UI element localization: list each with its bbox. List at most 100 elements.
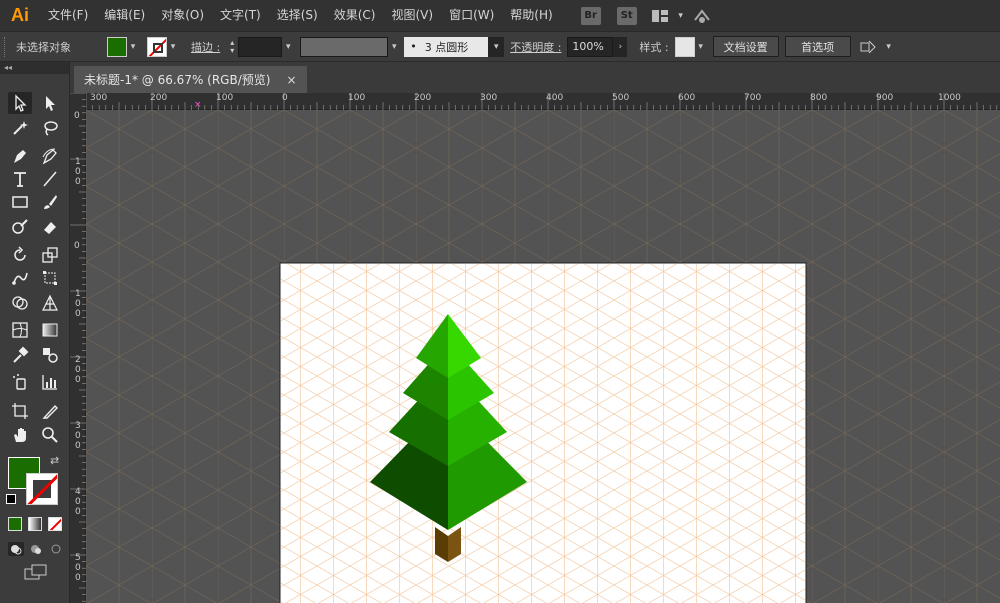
fill-dropdown-chevron-icon[interactable]: ▾	[127, 38, 139, 56]
rectangle-tool[interactable]	[8, 191, 32, 213]
gradient-mode-button[interactable]	[28, 517, 42, 531]
graphic-style-swatch[interactable]	[674, 36, 695, 57]
mesh-tool[interactable]	[8, 319, 32, 341]
direct-selection-tool[interactable]	[38, 92, 62, 114]
eraser-tool[interactable]	[38, 216, 62, 238]
column-graph-icon	[42, 375, 57, 390]
selection-tool[interactable]	[8, 92, 32, 114]
lasso-tool[interactable]	[38, 117, 62, 139]
symbol-sprayer-icon	[13, 374, 26, 390]
column-graph-tool[interactable]	[38, 371, 62, 393]
brush-definition-field[interactable]: • 3 点圆形	[404, 36, 489, 57]
variable-width-profile[interactable]	[300, 36, 389, 57]
stock-button[interactable]: St	[616, 6, 637, 25]
brush-chevron-icon[interactable]: ▾	[488, 36, 505, 57]
document-tab-title: 未标题-1* @ 66.67% (RGB/预览)	[84, 73, 271, 87]
style-label: 样式 :	[639, 40, 669, 54]
stroke-weight-chevron-icon[interactable]: ▾	[282, 38, 294, 56]
draw-behind-icon[interactable]	[28, 542, 44, 556]
menu-bar: Ai 文件(F) 编辑(E) 对象(O) 文字(T) 选择(S) 效果(C) 视…	[0, 0, 1000, 31]
menu-help[interactable]: 帮助(H)	[502, 0, 560, 31]
control-bar: 未选择对象 ▾ ▾ 描边 : ▴ ▾ ▾ ▾ • 3 点圆形 ▾ 不透明度 : 10…	[0, 31, 1000, 62]
magic-wand-tool[interactable]	[8, 117, 32, 139]
paintbrush-tool[interactable]	[38, 191, 62, 213]
draw-inside-icon[interactable]	[48, 542, 64, 556]
swap-fill-stroke-icon[interactable]: ⇄	[50, 454, 59, 467]
h-ruler-label: 1000	[938, 93, 961, 103]
align-panel-icon[interactable]	[859, 40, 877, 54]
line-segment-tool[interactable]	[38, 168, 62, 190]
document-tab[interactable]: 未标题-1* @ 66.67% (RGB/预览) ×	[74, 66, 307, 93]
none-mode-button[interactable]	[48, 517, 62, 531]
perspective-grid-icon	[42, 294, 58, 311]
menu-view[interactable]: 视图(V)	[383, 0, 441, 31]
menu-select[interactable]: 选择(S)	[269, 0, 326, 31]
chevron-down-icon[interactable]: ▾	[675, 7, 687, 25]
symbol-sprayer-tool[interactable]	[8, 371, 32, 393]
hand-tool[interactable]	[8, 424, 32, 446]
ruler-cursor-marker: ×	[194, 100, 202, 110]
preferences-button[interactable]: 首选项	[784, 36, 851, 57]
v-ruler-label: 200	[75, 355, 81, 385]
menu-type[interactable]: 文字(T)	[212, 0, 269, 31]
bridge-button[interactable]: Br	[580, 6, 601, 25]
blend-icon	[43, 348, 58, 363]
h-ruler-label: 400	[546, 93, 564, 103]
gradient-tool[interactable]	[38, 319, 62, 341]
slice-tool[interactable]	[38, 400, 62, 422]
eyedropper-tool[interactable]	[8, 344, 32, 366]
tools-panel: ◂◂ ⇄	[0, 62, 70, 603]
opacity-label[interactable]: 不透明度 :	[504, 39, 567, 55]
arrange-documents-icon[interactable]	[651, 9, 669, 23]
rotate-tool[interactable]	[8, 244, 32, 266]
menu-edit[interactable]: 编辑(E)	[96, 0, 153, 31]
shape-builder-tool[interactable]	[8, 292, 32, 314]
fill-swatch[interactable]	[107, 36, 127, 57]
stroke-color-swatch[interactable]	[26, 473, 58, 505]
horizontal-ruler[interactable]: 300 200 100 0 100 200 300 400 500 600 70…	[86, 93, 1000, 110]
line-icon	[43, 171, 57, 187]
zoom-tool[interactable]	[38, 424, 62, 446]
tools-panel-collapse[interactable]: ◂◂	[0, 62, 69, 74]
gpu-performance-icon[interactable]	[693, 8, 711, 23]
stroke-swatch[interactable]	[147, 36, 167, 57]
document-tab-bar: 未标题-1* @ 66.67% (RGB/预览) ×	[70, 62, 1000, 93]
menu-chevron-icon[interactable]: ▾	[883, 38, 895, 56]
puppet-warp-tool[interactable]	[8, 267, 32, 289]
draw-normal-icon[interactable]	[8, 542, 24, 556]
artboard-tool[interactable]	[8, 400, 32, 422]
pen-tool[interactable]	[8, 145, 32, 167]
opacity-input[interactable]: 100%	[567, 36, 614, 57]
stroke-weight-input[interactable]	[238, 36, 283, 57]
free-transform-tool[interactable]	[38, 267, 62, 289]
free-transform-icon	[43, 271, 57, 285]
stroke-dropdown-chevron-icon[interactable]: ▾	[167, 38, 179, 56]
shaper-tool[interactable]	[8, 216, 32, 238]
type-tool[interactable]	[8, 168, 32, 190]
vertical-ruler[interactable]: 0 100 0 100 200 300 400 500	[70, 93, 86, 603]
puppet-warp-icon	[12, 272, 28, 285]
menu-effect[interactable]: 效果(C)	[326, 0, 384, 31]
menu-object[interactable]: 对象(O)	[153, 0, 212, 31]
v-ruler-label: 100	[75, 157, 81, 187]
style-chevron-icon[interactable]: ▾	[695, 38, 707, 56]
close-tab-icon[interactable]: ×	[286, 73, 296, 87]
h-ruler-label: 600	[678, 93, 696, 103]
menu-file[interactable]: 文件(F)	[40, 0, 96, 31]
default-fill-stroke-icon[interactable]	[6, 494, 16, 504]
canvas-svg	[86, 110, 1000, 603]
perspective-grid-tool[interactable]	[38, 292, 62, 314]
canvas-area[interactable]	[86, 110, 1000, 603]
type-t-icon	[14, 172, 26, 187]
color-mode-button[interactable]	[8, 517, 22, 531]
scale-tool[interactable]	[38, 244, 62, 266]
screen-mode-icon[interactable]	[24, 564, 48, 580]
stroke-weight-stepper-icon[interactable]: ▴ ▾	[226, 38, 238, 56]
blend-tool[interactable]	[38, 344, 62, 366]
menu-window[interactable]: 窗口(W)	[441, 0, 502, 31]
profile-chevron-icon[interactable]: ▾	[388, 38, 400, 56]
curvature-tool[interactable]	[38, 145, 62, 167]
direct-selection-arrow-icon	[46, 96, 55, 111]
document-setup-button[interactable]: 文档设置	[712, 36, 779, 57]
opacity-arrow-icon[interactable]: ›	[613, 36, 628, 57]
